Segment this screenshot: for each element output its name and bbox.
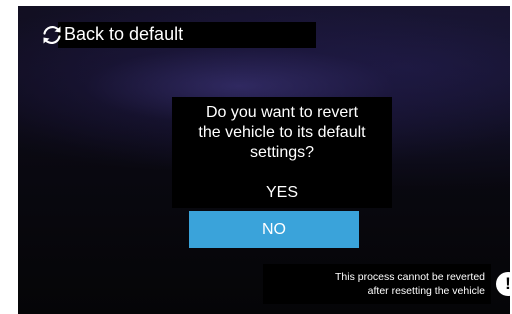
display-screen: Back to default Do you want to revert th… — [18, 6, 510, 314]
yes-button[interactable]: YES — [172, 181, 392, 205]
page-title: Back to default — [64, 24, 184, 44]
warning-text: This process cannot be reverted after re… — [335, 271, 485, 297]
header-bar: Back to default — [58, 22, 316, 48]
warning-message: This process cannot be reverted after re… — [263, 264, 491, 304]
confirm-dialog: Do you want to revert the vehicle to its… — [172, 97, 392, 208]
dialog-question: Do you want to revert the vehicle to its… — [198, 104, 366, 161]
no-button[interactable]: NO — [189, 211, 359, 248]
exclamation-icon: ! — [496, 272, 510, 296]
refresh-icon[interactable] — [40, 23, 64, 47]
